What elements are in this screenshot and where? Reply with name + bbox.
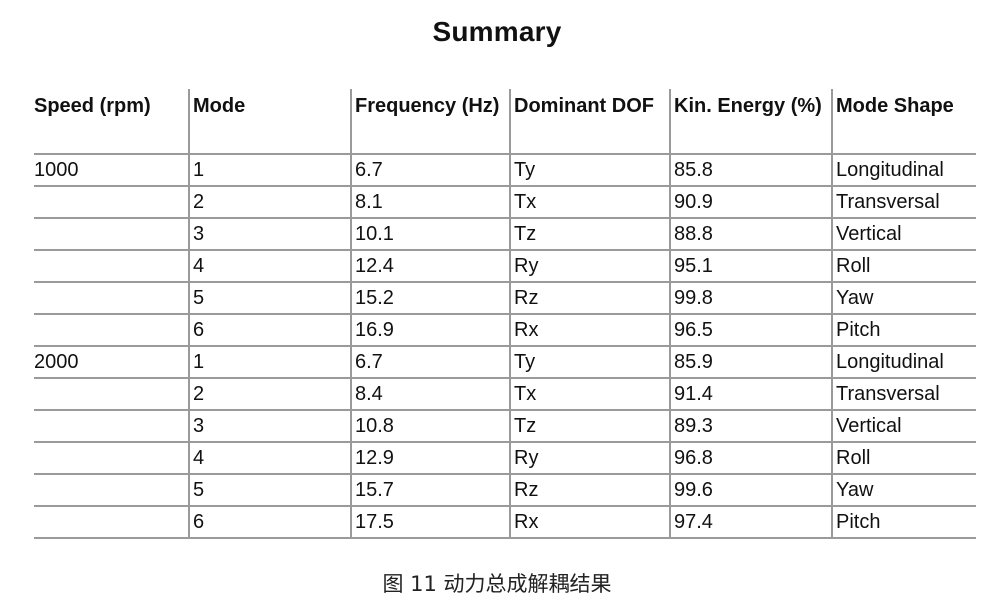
mode-shape-cell: Transversal (831, 186, 976, 219)
mode-shape-cell: Yaw (831, 474, 976, 507)
energy-cell: 97.4 (669, 506, 832, 539)
table-row: 6 16.9 Rx 96.5 Pitch (34, 314, 976, 347)
speed-cell (34, 410, 189, 443)
table-body: 1000 1 6.7 Ty 85.8 Longitudinal 2 8.1 Tx 90.9 Tran… (34, 154, 976, 539)
table-row: 5 15.2 Rz 99.8 Yaw (34, 282, 976, 315)
header-row: Speed (rpm) Mode Frequency (Hz) Dominant… (34, 89, 976, 155)
mode-cell: 6 (188, 506, 351, 539)
energy-cell: 91.4 (669, 378, 832, 411)
mode-shape-cell: Vertical (831, 218, 976, 251)
frequency-cell: 6.7 (350, 154, 510, 187)
speed-cell (34, 442, 189, 475)
speed-cell (34, 218, 189, 251)
mode-shape-cell: Longitudinal (831, 346, 976, 379)
table-row: 4 12.9 Ry 96.8 Roll (34, 442, 976, 475)
mode-shape-cell: Pitch (831, 506, 976, 539)
mode-shape-cell: Yaw (831, 282, 976, 315)
dof-cell: Rz (509, 282, 670, 315)
mode-cell: 4 (188, 442, 351, 475)
mode-cell: 6 (188, 314, 351, 347)
speed-cell (34, 314, 189, 347)
header-frequency: Frequency (Hz) (350, 89, 510, 155)
header-mode-shape: Mode Shape (831, 89, 976, 155)
energy-cell: 99.8 (669, 282, 832, 315)
mode-cell: 3 (188, 218, 351, 251)
table-row: 3 10.8 Tz 89.3 Vertical (34, 410, 976, 443)
frequency-cell: 12.9 (350, 442, 510, 475)
energy-cell: 96.5 (669, 314, 832, 347)
speed-cell (34, 250, 189, 283)
frequency-cell: 8.4 (350, 378, 510, 411)
frequency-cell: 12.4 (350, 250, 510, 283)
dof-cell: Tz (509, 218, 670, 251)
frequency-cell: 10.1 (350, 218, 510, 251)
dof-cell: Ry (509, 442, 670, 475)
frequency-cell: 10.8 (350, 410, 510, 443)
mode-shape-cell: Roll (831, 250, 976, 283)
figure-caption: 图 11 动力总成解耦结果 (382, 572, 612, 596)
mode-cell: 2 (188, 186, 351, 219)
speed-cell: 2000 (34, 346, 189, 379)
energy-cell: 88.8 (669, 218, 832, 251)
dof-cell: Tx (509, 378, 670, 411)
header-mode: Mode (188, 89, 351, 155)
mode-cell: 2 (188, 378, 351, 411)
mode-cell: 5 (188, 474, 351, 507)
mode-shape-cell: Vertical (831, 410, 976, 443)
speed-cell (34, 282, 189, 315)
mode-cell: 1 (188, 154, 351, 187)
table-row: 6 17.5 Rx 97.4 Pitch (34, 506, 976, 539)
mode-cell: 4 (188, 250, 351, 283)
mode-shape-cell: Longitudinal (831, 154, 976, 187)
summary-title: Summary (432, 16, 562, 47)
energy-cell: 89.3 (669, 410, 832, 443)
speed-cell (34, 474, 189, 507)
dof-cell: Ty (509, 346, 670, 379)
dof-cell: Ty (509, 154, 670, 187)
header-speed: Speed (rpm) (34, 89, 189, 155)
dof-cell: Tx (509, 186, 670, 219)
table-row: 1000 1 6.7 Ty 85.8 Longitudinal (34, 154, 976, 187)
frequency-cell: 8.1 (350, 186, 510, 219)
modal-summary-table: Speed (rpm) Mode Frequency (Hz) Dominant… (34, 89, 976, 539)
mode-cell: 1 (188, 346, 351, 379)
dof-cell: Rz (509, 474, 670, 507)
dof-cell: Ry (509, 250, 670, 283)
mode-cell: 5 (188, 282, 351, 315)
energy-cell: 85.8 (669, 154, 832, 187)
table-row: 5 15.7 Rz 99.6 Yaw (34, 474, 976, 507)
frequency-cell: 17.5 (350, 506, 510, 539)
energy-cell: 96.8 (669, 442, 832, 475)
speed-cell (34, 186, 189, 219)
energy-cell: 95.1 (669, 250, 832, 283)
mode-cell: 3 (188, 410, 351, 443)
mode-shape-cell: Pitch (831, 314, 976, 347)
dof-cell: Tz (509, 410, 670, 443)
mode-shape-cell: Transversal (831, 378, 976, 411)
table-row: 2 8.4 Tx 91.4 Transversal (34, 378, 976, 411)
dof-cell: Rx (509, 314, 670, 347)
speed-cell (34, 506, 189, 539)
mode-shape-cell: Roll (831, 442, 976, 475)
frequency-cell: 15.2 (350, 282, 510, 315)
dof-cell: Rx (509, 506, 670, 539)
header-kinetic-energy: Kin. Energy (%) (669, 89, 832, 155)
speed-cell: 1000 (34, 154, 189, 187)
energy-cell: 90.9 (669, 186, 832, 219)
table-row: 2000 1 6.7 Ty 85.9 Longitudinal (34, 346, 976, 379)
table-row: 4 12.4 Ry 95.1 Roll (34, 250, 976, 283)
energy-cell: 85.9 (669, 346, 832, 379)
table-row: 2 8.1 Tx 90.9 Transversal (34, 186, 976, 219)
frequency-cell: 16.9 (350, 314, 510, 347)
table-row: 3 10.1 Tz 88.8 Vertical (34, 218, 976, 251)
frequency-cell: 15.7 (350, 474, 510, 507)
speed-cell (34, 378, 189, 411)
frequency-cell: 6.7 (350, 346, 510, 379)
energy-cell: 99.6 (669, 474, 832, 507)
header-dominant-dof: Dominant DOF (509, 89, 670, 155)
